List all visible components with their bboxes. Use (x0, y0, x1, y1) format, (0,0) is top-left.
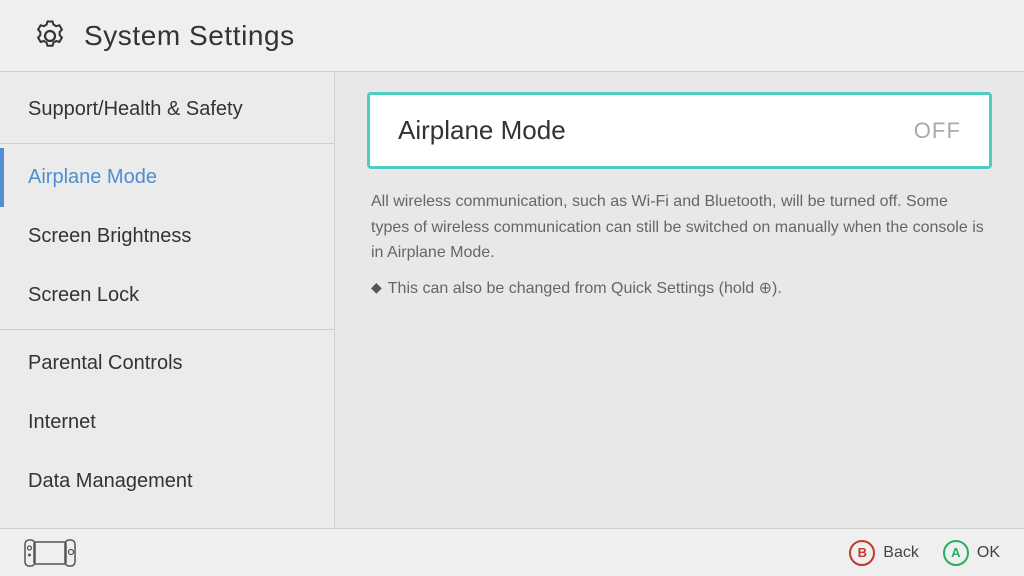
sidebar-item-support[interactable]: Support/Health & Safety (0, 80, 334, 139)
page-title: System Settings (84, 20, 295, 52)
description-text: All wireless communication, such as Wi-F… (371, 189, 988, 266)
header: System Settings (0, 0, 1024, 72)
content-area: Airplane Mode OFF All wireless communica… (335, 72, 1024, 528)
back-button[interactable]: B Back (849, 540, 919, 566)
airplane-mode-label: Airplane Mode (398, 115, 566, 146)
quick-settings-text: This can also be changed from Quick Sett… (388, 278, 782, 298)
sidebar-item-datamanagement[interactable]: Data Management (0, 452, 334, 511)
main-layout: Support/Health & Safety Airplane Mode Sc… (0, 72, 1024, 528)
sidebar-divider-1 (0, 143, 334, 144)
b-button-circle: B (849, 540, 875, 566)
sidebar-item-internet[interactable]: Internet (0, 393, 334, 452)
console-icon (24, 538, 76, 568)
quick-settings-note: ◆ This can also be changed from Quick Se… (371, 278, 988, 298)
a-button-circle: A (943, 540, 969, 566)
back-label: Back (883, 544, 919, 562)
sidebar: Support/Health & Safety Airplane Mode Sc… (0, 72, 335, 528)
airplane-mode-value: OFF (914, 118, 961, 144)
sidebar-divider-2 (0, 329, 334, 330)
sidebar-item-screenlock[interactable]: Screen Lock (0, 266, 334, 325)
sidebar-item-parental[interactable]: Parental Controls (0, 334, 334, 393)
sidebar-item-airplane[interactable]: Airplane Mode (0, 148, 334, 207)
sidebar-item-brightness[interactable]: Screen Brightness (0, 207, 334, 266)
footer: B Back A OK (0, 528, 1024, 576)
description-block: All wireless communication, such as Wi-F… (367, 189, 992, 298)
ok-label: OK (977, 544, 1000, 562)
airplane-mode-card[interactable]: Airplane Mode OFF (367, 92, 992, 169)
diamond-icon: ◆ (371, 279, 382, 296)
ok-button[interactable]: A OK (943, 540, 1000, 566)
footer-right: B Back A OK (849, 540, 1000, 566)
gear-icon (32, 18, 68, 54)
footer-left (24, 538, 76, 568)
